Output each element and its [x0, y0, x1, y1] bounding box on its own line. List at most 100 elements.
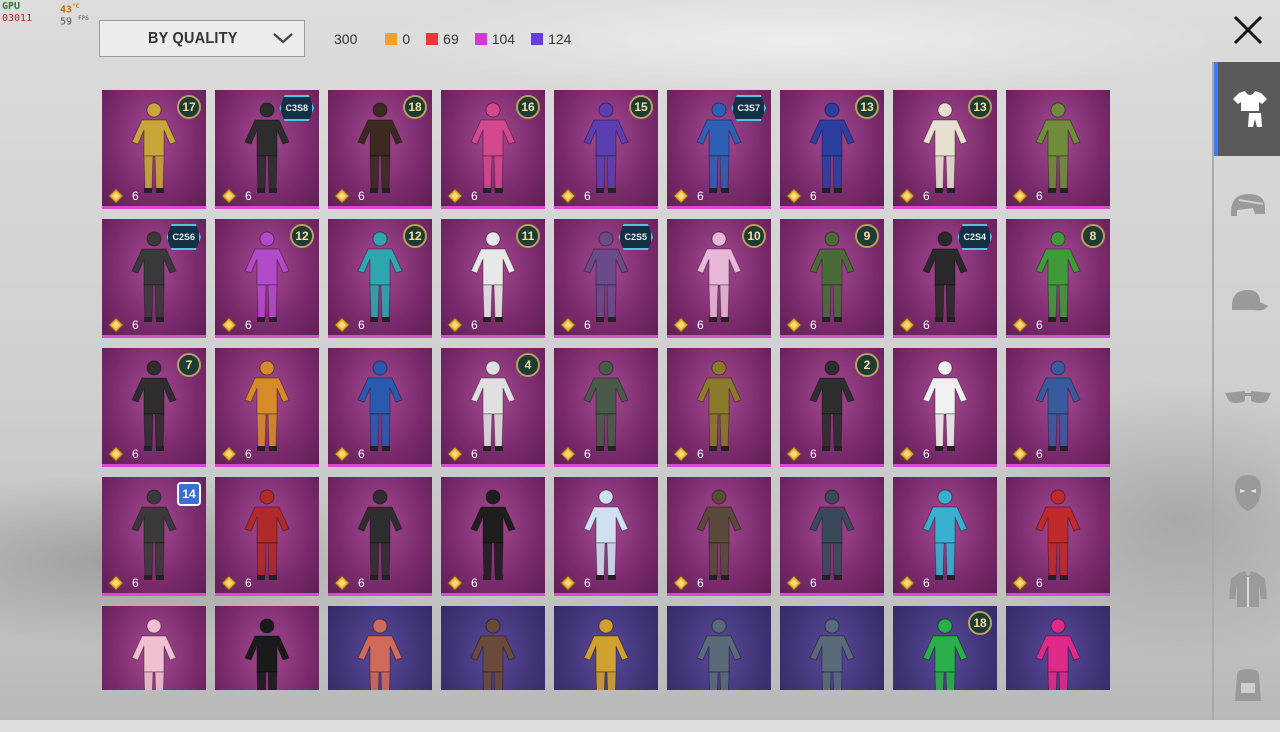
outfit-card[interactable]: 14 6: [102, 477, 206, 596]
cost-label: 6: [108, 317, 139, 333]
cost-label: 6: [108, 188, 139, 204]
cost-value: 6: [923, 318, 930, 332]
outfit-card[interactable]: 12 6: [328, 219, 432, 338]
outfit-card[interactable]: 6: [667, 477, 771, 596]
outfit-card[interactable]: 6: [1006, 90, 1110, 209]
cost-value: 6: [245, 318, 252, 332]
gpu-label: GPU: [2, 1, 21, 12]
cost-label: 6: [221, 446, 252, 462]
outfit-card[interactable]: 6: [215, 348, 319, 467]
outfit-card[interactable]: 6: [554, 348, 658, 467]
outfit-card[interactable]: 12 6: [215, 219, 319, 338]
cost-label: 6: [334, 575, 365, 591]
cost-value: 6: [132, 576, 139, 590]
outfit-card[interactable]: 16 6: [441, 90, 545, 209]
cost-value: 6: [697, 189, 704, 203]
outfit-thumbnail: [809, 618, 855, 690]
outfit-thumbnail: [583, 102, 629, 193]
outfit-card[interactable]: C2S4 6: [893, 219, 997, 338]
diamond-coin-icon: [108, 446, 124, 462]
outfit-card[interactable]: [554, 606, 658, 690]
quality-filter-dropdown[interactable]: BY QUALITY: [99, 20, 305, 57]
outfit-card[interactable]: 86: [1006, 219, 1110, 338]
cost-value: 6: [132, 447, 139, 461]
outfit-thumbnail: [357, 231, 403, 322]
diamond-coin-icon: [221, 575, 237, 591]
outfit-card[interactable]: [441, 606, 545, 690]
outfit-thumbnail: [1035, 489, 1081, 580]
outfit-thumbnail: [357, 489, 403, 580]
sidebar-item-helmets[interactable]: [1214, 158, 1280, 252]
rare-count: 124: [531, 31, 571, 47]
outfit-card[interactable]: 18 6: [328, 90, 432, 209]
outfit-card[interactable]: [328, 606, 432, 690]
level-badge: 15: [629, 95, 653, 119]
outfit-card[interactable]: 6: [328, 348, 432, 467]
outfit-card[interactable]: 17 6: [102, 90, 206, 209]
outfit-card[interactable]: 6: [1006, 477, 1110, 596]
cost-label: 6: [786, 188, 817, 204]
outfit-card[interactable]: 18: [893, 606, 997, 690]
outfit-thumbnail: [470, 102, 516, 193]
total-count: 300: [334, 31, 358, 47]
outfit-card[interactable]: [667, 606, 771, 690]
outfit-card[interactable]: 13 6: [780, 90, 884, 209]
outfit-thumbnail: [1035, 231, 1081, 322]
diamond-coin-icon: [1012, 446, 1028, 462]
outfit-card[interactable]: 10 6: [667, 219, 771, 338]
outfit-icon: [1233, 91, 1267, 127]
outfit-card[interactable]: 6: [893, 477, 997, 596]
outfit-card[interactable]: 6: [215, 477, 319, 596]
sidebar-item-glasses[interactable]: [1214, 350, 1280, 444]
cost-label: 6: [1012, 188, 1043, 204]
outfit-thumbnail: [1035, 102, 1081, 193]
outfit-card[interactable]: 6: [441, 477, 545, 596]
level-badge: 13: [855, 95, 879, 119]
outfit-card[interactable]: 46: [441, 348, 545, 467]
cost-label: 6: [334, 317, 365, 333]
cost-value: 6: [245, 189, 252, 203]
outfit-card[interactable]: 6: [667, 348, 771, 467]
diamond-coin-icon: [673, 446, 689, 462]
outfit-card[interactable]: 6: [893, 348, 997, 467]
sidebar-item-outfits[interactable]: [1214, 62, 1280, 156]
outfit-card[interactable]: 96: [780, 219, 884, 338]
outfit-card[interactable]: [215, 606, 319, 690]
outfit-card[interactable]: 6: [780, 477, 884, 596]
outfit-thumbnail: [244, 618, 290, 690]
epic-swatch: [474, 33, 487, 45]
sidebar-item-backpacks[interactable]: [1214, 638, 1280, 732]
diamond-coin-icon: [1012, 188, 1028, 204]
cost-label: 6: [560, 575, 591, 591]
outfit-thumbnail: [357, 102, 403, 193]
close-icon[interactable]: [1232, 14, 1264, 46]
cost-label: 6: [221, 317, 252, 333]
sidebar-item-hats[interactable]: [1214, 254, 1280, 348]
sidebar-item-tops[interactable]: [1214, 542, 1280, 636]
outfit-card[interactable]: 76: [102, 348, 206, 467]
outfit-thumbnail: [131, 489, 177, 580]
outfit-card[interactable]: [1006, 606, 1110, 690]
outfit-card[interactable]: 6: [328, 477, 432, 596]
outfit-card[interactable]: C3S7 6: [667, 90, 771, 209]
outfit-card[interactable]: [102, 606, 206, 690]
cost-label: 6: [786, 317, 817, 333]
outfit-card[interactable]: 11 6: [441, 219, 545, 338]
diamond-coin-icon: [334, 446, 350, 462]
diamond-coin-icon: [1012, 317, 1028, 333]
outfit-card[interactable]: 15 6: [554, 90, 658, 209]
cost-value: 6: [1036, 189, 1043, 203]
outfit-card[interactable]: C3S8 6: [215, 90, 319, 209]
mask-icon: [1235, 475, 1261, 511]
outfit-card[interactable]: C2S6 6: [102, 219, 206, 338]
outfit-card[interactable]: 6: [554, 477, 658, 596]
cost-label: 6: [899, 446, 930, 462]
outfit-card[interactable]: C2S5 6: [554, 219, 658, 338]
sidebar-item-masks[interactable]: [1214, 446, 1280, 540]
outfit-card[interactable]: 13 6: [893, 90, 997, 209]
outfit-card[interactable]: 26: [780, 348, 884, 467]
outfit-card[interactable]: 6: [1006, 348, 1110, 467]
outfit-card[interactable]: [780, 606, 884, 690]
cost-label: 6: [447, 188, 478, 204]
outfit-thumbnail: [809, 102, 855, 193]
